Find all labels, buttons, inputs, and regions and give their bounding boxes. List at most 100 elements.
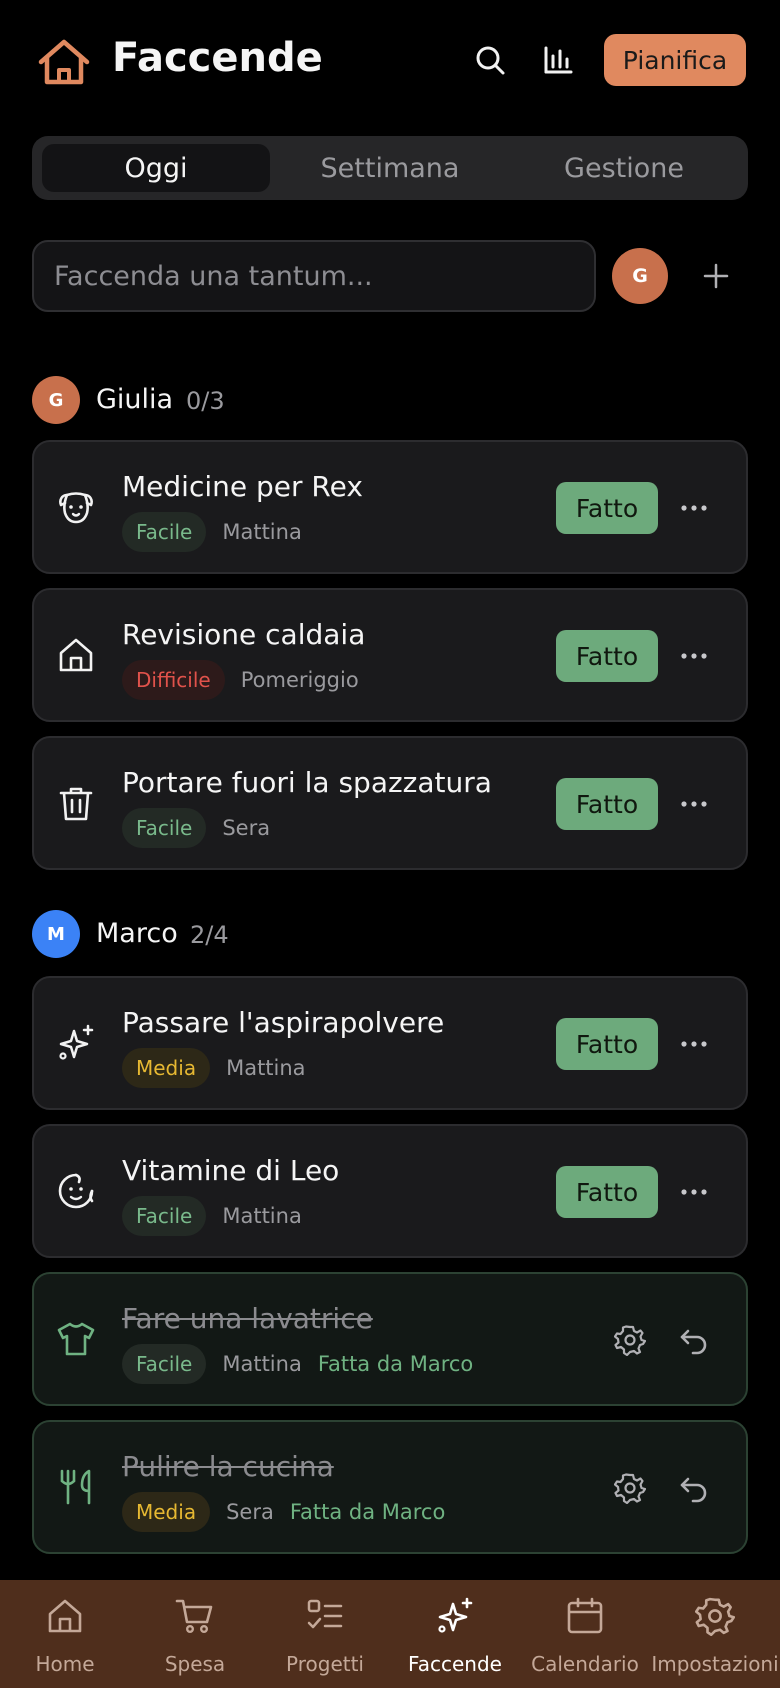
gear-icon xyxy=(695,1597,735,1636)
quick-chore-input[interactable] xyxy=(32,240,596,312)
tab-oggi[interactable]: Oggi xyxy=(42,144,270,192)
time-of-day: Sera xyxy=(222,816,271,840)
tab-bar: Oggi Settimana Gestione xyxy=(32,136,748,200)
nav-item-home[interactable]: Home xyxy=(0,1580,130,1688)
nav-item-impostazioni[interactable]: Impostazioni xyxy=(650,1580,780,1688)
time-of-day: Mattina xyxy=(222,1204,302,1228)
more-options-button[interactable] xyxy=(674,636,714,676)
chore-card-done: Pulire la cucina Media Sera Fatta da Mar… xyxy=(32,1420,748,1554)
gear-icon xyxy=(614,1325,646,1356)
plus-icon xyxy=(703,263,729,289)
nav-label: Calendario xyxy=(531,1652,639,1676)
nav-label: Progetti xyxy=(286,1652,364,1676)
time-of-day: Pomeriggio xyxy=(240,668,359,692)
mark-done-button[interactable]: Fatto xyxy=(556,630,658,682)
chore-card: Vitamine di Leo Facile Mattina Fatto xyxy=(32,1124,748,1258)
chore-title: Vitamine di Leo xyxy=(122,1154,340,1187)
chore-meta: Facile Mattina xyxy=(122,512,302,552)
stats-button[interactable] xyxy=(538,40,578,80)
cart-icon xyxy=(175,1599,213,1634)
house-icon xyxy=(59,638,93,672)
chore-title: Medicine per Rex xyxy=(122,470,363,503)
tab-settimana[interactable]: Settimana xyxy=(276,144,504,192)
difficulty-badge: Facile xyxy=(122,512,207,552)
chore-title: Fare una lavatrice xyxy=(122,1302,373,1335)
header: Faccende Pianifica xyxy=(0,0,780,120)
mark-done-button[interactable]: Fatto xyxy=(556,778,658,830)
more-icon xyxy=(681,653,707,659)
add-chore-button[interactable] xyxy=(696,256,736,296)
difficulty-badge: Media xyxy=(122,1492,211,1532)
nav-label: Home xyxy=(35,1652,95,1676)
done-by-label: Fatta da Marco xyxy=(317,1352,474,1376)
utensils-icon xyxy=(60,1469,91,1505)
nav-label: Faccende xyxy=(408,1652,502,1676)
nav-label: Impostazioni xyxy=(651,1652,779,1676)
difficulty-badge: Facile xyxy=(122,808,207,848)
chore-card: Passare l'aspirapolvere Media Mattina Fa… xyxy=(32,976,748,1110)
more-options-button[interactable] xyxy=(674,1024,714,1064)
chore-title: Passare l'aspirapolvere xyxy=(122,1006,445,1039)
more-icon xyxy=(681,505,707,511)
undo-button[interactable] xyxy=(674,1468,714,1508)
app-title: Faccende xyxy=(112,35,323,81)
chore-card-done: Fare una lavatrice Facile Mattina Fatta … xyxy=(32,1272,748,1406)
nav-item-faccende[interactable]: Faccende xyxy=(390,1580,520,1688)
chore-title: Pulire la cucina xyxy=(122,1450,334,1483)
chore-settings-button[interactable] xyxy=(610,1320,650,1360)
avatar: G xyxy=(32,376,80,424)
chore-meta: Media Sera Fatta da Marco xyxy=(122,1492,445,1532)
time-of-day: Mattina xyxy=(226,1056,306,1080)
difficulty-badge: Difficile xyxy=(122,660,225,700)
app-root: Faccende Pianifica Oggi Settimana Gestio… xyxy=(0,0,780,1688)
bottom-nav: Home Spesa Progetti Faccende Calendario … xyxy=(0,1580,780,1688)
gear-icon xyxy=(614,1473,646,1504)
chore-meta: Facile Sera xyxy=(122,808,270,848)
time-of-day: Mattina xyxy=(222,1352,302,1376)
search-button[interactable] xyxy=(470,40,510,80)
more-icon xyxy=(681,1189,707,1195)
nav-item-progetti[interactable]: Progetti xyxy=(260,1580,390,1688)
shirt-icon xyxy=(57,1322,95,1356)
group-header-marco: M Marco 2/4 xyxy=(32,910,748,958)
group-header-giulia: G Giulia 0/3 xyxy=(32,376,748,424)
mark-done-button[interactable]: Fatto xyxy=(556,482,658,534)
search-icon xyxy=(476,46,505,75)
more-options-button[interactable] xyxy=(674,784,714,824)
sparkles-icon xyxy=(59,1024,94,1060)
more-icon xyxy=(681,1041,707,1047)
mark-done-button[interactable]: Fatto xyxy=(556,1018,658,1070)
difficulty-badge: Media xyxy=(122,1048,211,1088)
done-by-label: Fatta da Marco xyxy=(289,1500,446,1524)
more-options-button[interactable] xyxy=(674,1172,714,1212)
nav-label: Spesa xyxy=(164,1652,226,1676)
house-icon xyxy=(38,39,90,85)
chore-card: Revisione caldaia Difficile Pomeriggio F… xyxy=(32,588,748,722)
trash-icon xyxy=(59,787,93,821)
sparkles-icon xyxy=(438,1597,473,1633)
chore-meta: Media Mattina xyxy=(122,1048,306,1088)
group-count: 2/4 xyxy=(190,921,229,949)
group-name: Giulia xyxy=(96,384,174,415)
mark-done-button[interactable]: Fatto xyxy=(556,1166,658,1218)
checklist-icon xyxy=(307,1599,343,1629)
assignee-avatar-button[interactable]: G xyxy=(612,248,668,304)
chore-card: Medicine per Rex Facile Mattina Fatto xyxy=(32,440,748,574)
chore-settings-button[interactable] xyxy=(610,1468,650,1508)
group-count: 0/3 xyxy=(186,387,225,415)
plan-button[interactable]: Pianifica xyxy=(604,34,746,86)
chore-title: Portare fuori la spazzatura xyxy=(122,766,492,799)
undo-icon xyxy=(680,1477,707,1503)
bar-chart-icon xyxy=(544,46,573,74)
nav-item-spesa[interactable]: Spesa xyxy=(130,1580,260,1688)
tab-gestione[interactable]: Gestione xyxy=(510,144,738,192)
nav-item-calendario[interactable]: Calendario xyxy=(520,1580,650,1688)
dog-icon xyxy=(59,492,93,524)
undo-button[interactable] xyxy=(674,1320,714,1360)
chore-card: Portare fuori la spazzatura Facile Sera … xyxy=(32,736,748,870)
home-icon xyxy=(48,1599,82,1633)
more-options-button[interactable] xyxy=(674,488,714,528)
chore-meta: Difficile Pomeriggio xyxy=(122,660,359,700)
time-of-day: Sera xyxy=(226,1500,274,1524)
undo-icon xyxy=(680,1329,707,1355)
